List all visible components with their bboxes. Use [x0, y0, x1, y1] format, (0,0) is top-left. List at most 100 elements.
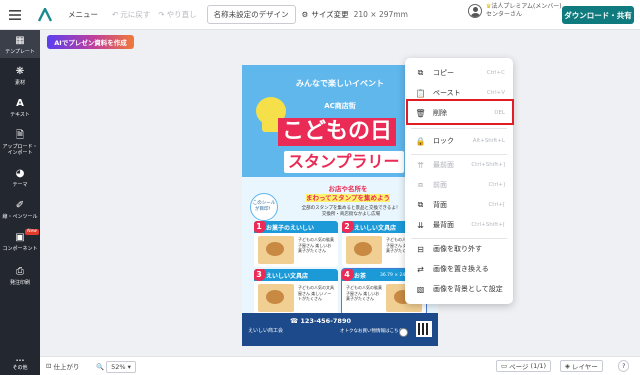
avatar: [468, 4, 482, 18]
undo-label: 元に戻す: [120, 10, 151, 19]
template-icon: ▦: [15, 35, 25, 46]
menu-item-label: 画像を背景として設定: [433, 285, 503, 293]
menu-item-shortcut: Ctrl+[: [488, 202, 505, 208]
page-count: (1/1): [530, 362, 547, 370]
poster-footer[interactable]: ☎ 123-456-7890 えいしい商工会 オトクなお買い物情報はこちら: [242, 313, 438, 346]
user-text: ♛法人プレミアム(メンバー) センターさん: [486, 3, 562, 19]
poster-footer-note: オトクなお買い物情報はこちら: [340, 329, 403, 334]
redo-label: やり直し: [166, 10, 197, 19]
bottom-bar: ⊡ 仕上がり 🔍 52% ▾ ▭ ページ (1/1) ◈ レイヤー ?: [40, 356, 640, 375]
page-button[interactable]: ▭ ページ (1/1): [496, 360, 552, 372]
card-photo[interactable]: [258, 284, 294, 312]
sidebar-item-label: テーマ: [12, 182, 28, 188]
shop-card-1[interactable]: お菓子のえいしい 1 子どもの人気の駄菓子屋さん 楽しいお菓子がたくさん: [254, 221, 338, 267]
menu-item-set-background[interactable]: ▧ 画像を背景として設定: [405, 280, 513, 298]
menu-item-replace-image[interactable]: ⇄ 画像を置き換える: [405, 260, 513, 278]
resize-label: サイズ変更: [311, 10, 349, 19]
help-icon: ?: [618, 360, 630, 372]
layers-icon: ◈: [565, 362, 570, 370]
menu-divider: [411, 154, 507, 155]
menu-item-send-to-back[interactable]: ⇊ 最背面 Ctrl+Shift+[: [405, 216, 513, 234]
menu-item-label: コピー: [433, 69, 454, 77]
menu-item-shortcut: Ctrl+]: [488, 182, 505, 188]
card-photo[interactable]: [346, 236, 382, 264]
bring-forward-icon: ⧈: [417, 180, 424, 189]
sidebar-item-label: テキスト: [10, 112, 30, 118]
poster-subtext[interactable]: 全部のスタンプを集めると景品と交換できるよ！ 交換所・商店街なかよし広場: [286, 206, 416, 218]
send-backward-icon: ⧉: [417, 200, 424, 209]
page-size-value: 210 × 297mm: [353, 10, 408, 19]
shop-card-3[interactable]: えいしい文具店 3 子どもの人気の文具屋さん 楽しいノートがたくさん: [254, 269, 338, 315]
sidebar-item-theme[interactable]: ◕ テーマ: [0, 168, 40, 188]
menu-item-bring-to-front[interactable]: ⇈ 最前面 Ctrl+Shift+]: [405, 156, 513, 174]
poster-title-main[interactable]: こどもの日: [278, 118, 397, 146]
user-info[interactable]: ♛法人プレミアム(メンバー) センターさん: [468, 3, 562, 19]
sidebar-item-material[interactable]: ❋ 素材: [0, 66, 40, 86]
menu-item-bring-forward[interactable]: ⧈ 前面 Ctrl+]: [405, 176, 513, 194]
card-title: お茶: [354, 272, 367, 280]
menu-item-shortcut: Ctrl+Shift+[: [471, 222, 505, 228]
lock-icon: 🔒: [415, 136, 426, 146]
callout-line-2: まわってスタンプを集めよう: [306, 194, 390, 202]
sidebar-item-pen[interactable]: ✐ 線・ペンツール: [0, 200, 40, 220]
menu-item-shortcut: Ctrl+V: [486, 90, 505, 96]
sidebar-item-print[interactable]: ⎙ 発注印刷: [0, 266, 40, 286]
menu-item-lock[interactable]: 🔒 ロック Alt+Shift+L: [405, 132, 513, 150]
bring-to-front-icon: ⇈: [417, 160, 424, 170]
menu-divider: [411, 238, 507, 239]
poster-tel-number: 123-456-7890: [300, 317, 351, 325]
sidebar-more[interactable]: ••• その他: [0, 358, 40, 371]
zoom-control[interactable]: 🔍 52% ▾: [96, 361, 136, 373]
hamburger-icon[interactable]: [0, 0, 30, 30]
doc-title-field[interactable]: 名称未設定のデザイン: [206, 5, 296, 24]
sidebar-more-label: その他: [12, 365, 28, 371]
poster-title-sub[interactable]: スタンプラリー: [284, 151, 404, 173]
card-header: お菓子のえいしい: [254, 221, 338, 233]
resize-button[interactable]: ⚙ サイズ変更 210 × 297mm: [302, 9, 408, 20]
sidebar-item-component[interactable]: ▣ New コンポーネント: [0, 229, 40, 252]
menu-item-label: 前面: [433, 181, 447, 189]
undo-button[interactable]: ↶ 元に戻す: [112, 9, 150, 20]
selection-size-readout: 36.79 × 24: [380, 272, 406, 278]
sidebar-item-label: テンプレート: [5, 49, 35, 55]
card-text: 子どもの人気の駄菓子屋さん 楽しいお菓子がたくさん: [346, 285, 382, 301]
menu-divider: [411, 128, 507, 129]
set-background-icon: ▧: [416, 284, 425, 294]
sidebar-item-template[interactable]: ▦ テンプレート: [0, 30, 40, 58]
sidebar-item-label: 線・ペンツール: [2, 214, 38, 220]
undo-icon: ↶: [112, 10, 119, 19]
send-to-back-icon: ⇊: [417, 220, 424, 230]
component-icon: ▣: [15, 232, 25, 243]
app-root: メニュー ↶ 元に戻す ↷ やり直し 名称未設定のデザイン ⚙ サイズ変更 21…: [0, 0, 640, 375]
download-share-button[interactable]: ダウンロード・共有: [562, 6, 634, 24]
layer-button[interactable]: ◈ レイヤー: [560, 360, 603, 372]
finish-toggle[interactable]: ⊡ 仕上がり: [46, 361, 79, 371]
menu-item-send-backward[interactable]: ⧉ 背面 Ctrl+[: [405, 196, 513, 214]
help-button[interactable]: ?: [618, 360, 630, 372]
pen-icon: ✐: [15, 200, 25, 211]
phone-icon: ☎: [290, 317, 299, 325]
card-text: 子どもの人気の文具屋さん 楽しいノートがたくさん: [298, 285, 334, 301]
user-name: センターさん: [486, 11, 523, 18]
menu-item-copy[interactable]: ⧉ コピー Ctrl+C: [405, 64, 513, 82]
menu-item-detach-image[interactable]: ⊟ 画像を取り外す: [405, 240, 513, 258]
subtext-line-2: 交換所・商店街なかよし広場: [321, 212, 381, 217]
menu-item-label: 背面: [433, 201, 447, 209]
sidebar-item-text[interactable]: A テキスト: [0, 98, 40, 118]
menu-button[interactable]: メニュー: [68, 9, 98, 20]
layer-button-frame: ◈ レイヤー: [560, 360, 603, 372]
menu-item-label: 最前面: [433, 161, 454, 169]
zoom-select[interactable]: 52% ▾: [106, 361, 136, 373]
sidebar-item-upload[interactable]: 🗎 アップロード・インポート: [0, 130, 40, 156]
rotate-handle-icon[interactable]: [399, 328, 408, 337]
poster-callout[interactable]: お店や名所を まわってスタンプを集めよう: [302, 185, 394, 203]
user-plan: 法人プレミアム(メンバー): [491, 3, 562, 10]
layer-label: レイヤー: [572, 363, 598, 371]
ai-presentation-button[interactable]: AIでプレゼン資料を作成: [47, 35, 134, 49]
poster-sticker-note[interactable]: このシールが目印！: [250, 193, 278, 221]
redo-button[interactable]: ↷ やり直し: [158, 9, 196, 20]
app-logo[interactable]: [30, 0, 60, 30]
upload-icon: 🗎: [15, 130, 25, 141]
poster-tel: ☎ 123-456-7890: [290, 317, 351, 325]
card-photo[interactable]: [258, 236, 294, 264]
